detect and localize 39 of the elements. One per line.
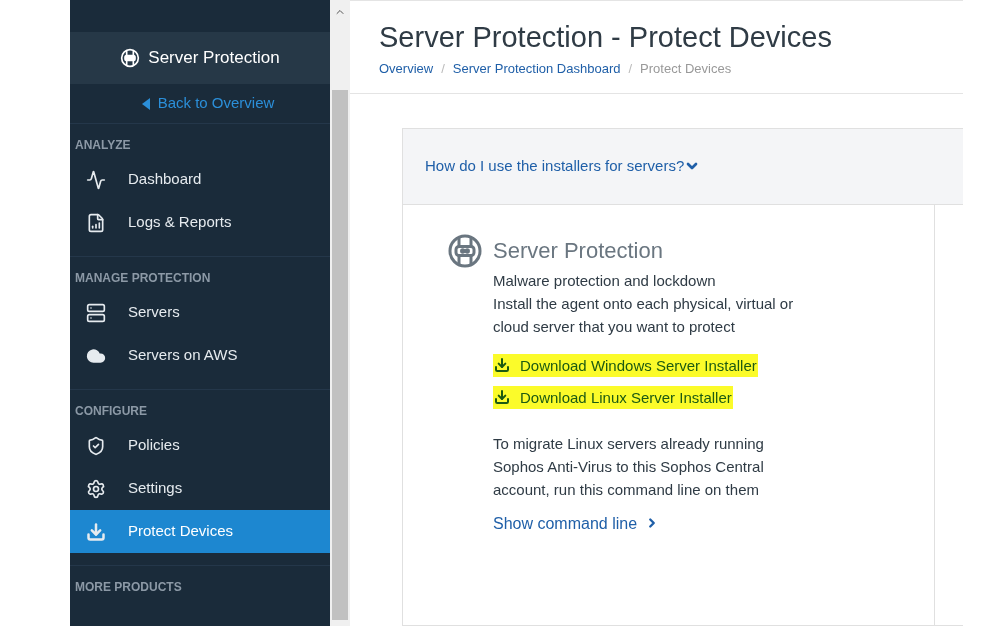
server-globe-icon: [120, 48, 141, 68]
nav-item[interactable]: Servers on AWS: [70, 334, 330, 377]
section-heading: MANAGE PROTECTION: [74, 270, 212, 287]
nav-item[interactable]: Settings: [70, 467, 330, 510]
migrate-text: To migrate Linux servers already running Sophos Anti-Virus to this Sophos Central account, run this command line on them: [493, 433, 765, 500]
nav-item[interactable]: Logs & Reports: [70, 201, 330, 244]
activity-chart-icon: [86, 169, 106, 190]
page-title: Server Protection - Protect Devices: [379, 20, 833, 55]
section-heading: CONFIGURE: [74, 403, 148, 420]
download-link[interactable]: Download Linux Server Installer: [493, 385, 733, 409]
faq-toggle[interactable]: How do I use the installers for servers?: [403, 128, 963, 205]
server-icon: [86, 302, 106, 323]
card-title: Server Protection: [493, 236, 664, 265]
download-link[interactable]: Download Windows Server Installer: [493, 353, 758, 377]
section-heading: MORE PRODUCTS: [74, 579, 183, 596]
breadcrumb-separator: /: [628, 60, 633, 79]
scrollbar[interactable]: [330, 0, 350, 626]
scrollbar-thumb[interactable]: [332, 90, 348, 620]
nav-item[interactable]: Dashboard: [70, 158, 330, 201]
nav-item[interactable]: Servers: [70, 291, 330, 334]
section-heading: ANALYZE: [74, 137, 132, 154]
description-text: Install the agent onto each physical, virtual or cloud server that you want to protect: [493, 293, 795, 337]
product-title: Server Protection: [148, 47, 280, 70]
nav-item[interactable]: Protect Devices: [70, 510, 330, 553]
breadcrumb-link[interactable]: Overview: [379, 59, 434, 79]
download-icon: [494, 357, 510, 374]
show-command-link[interactable]: Show command line: [493, 511, 660, 535]
caret-left-icon: [141, 97, 150, 110]
settings-icon: [86, 478, 106, 499]
breadcrumb-separator: /: [441, 60, 445, 79]
current-page-label: Protect Devices: [640, 60, 732, 79]
description-text: Malware protection and lockdown: [493, 270, 717, 291]
download-icon: [494, 389, 510, 406]
nav-item[interactable]: Policies: [70, 424, 330, 467]
shield-check-icon: [86, 435, 106, 456]
report-icon: [86, 212, 106, 233]
server-globe-icon: [447, 232, 483, 269]
breadcrumb-link[interactable]: Server Protection Dashboard: [452, 59, 621, 79]
download-icon: [86, 521, 106, 542]
